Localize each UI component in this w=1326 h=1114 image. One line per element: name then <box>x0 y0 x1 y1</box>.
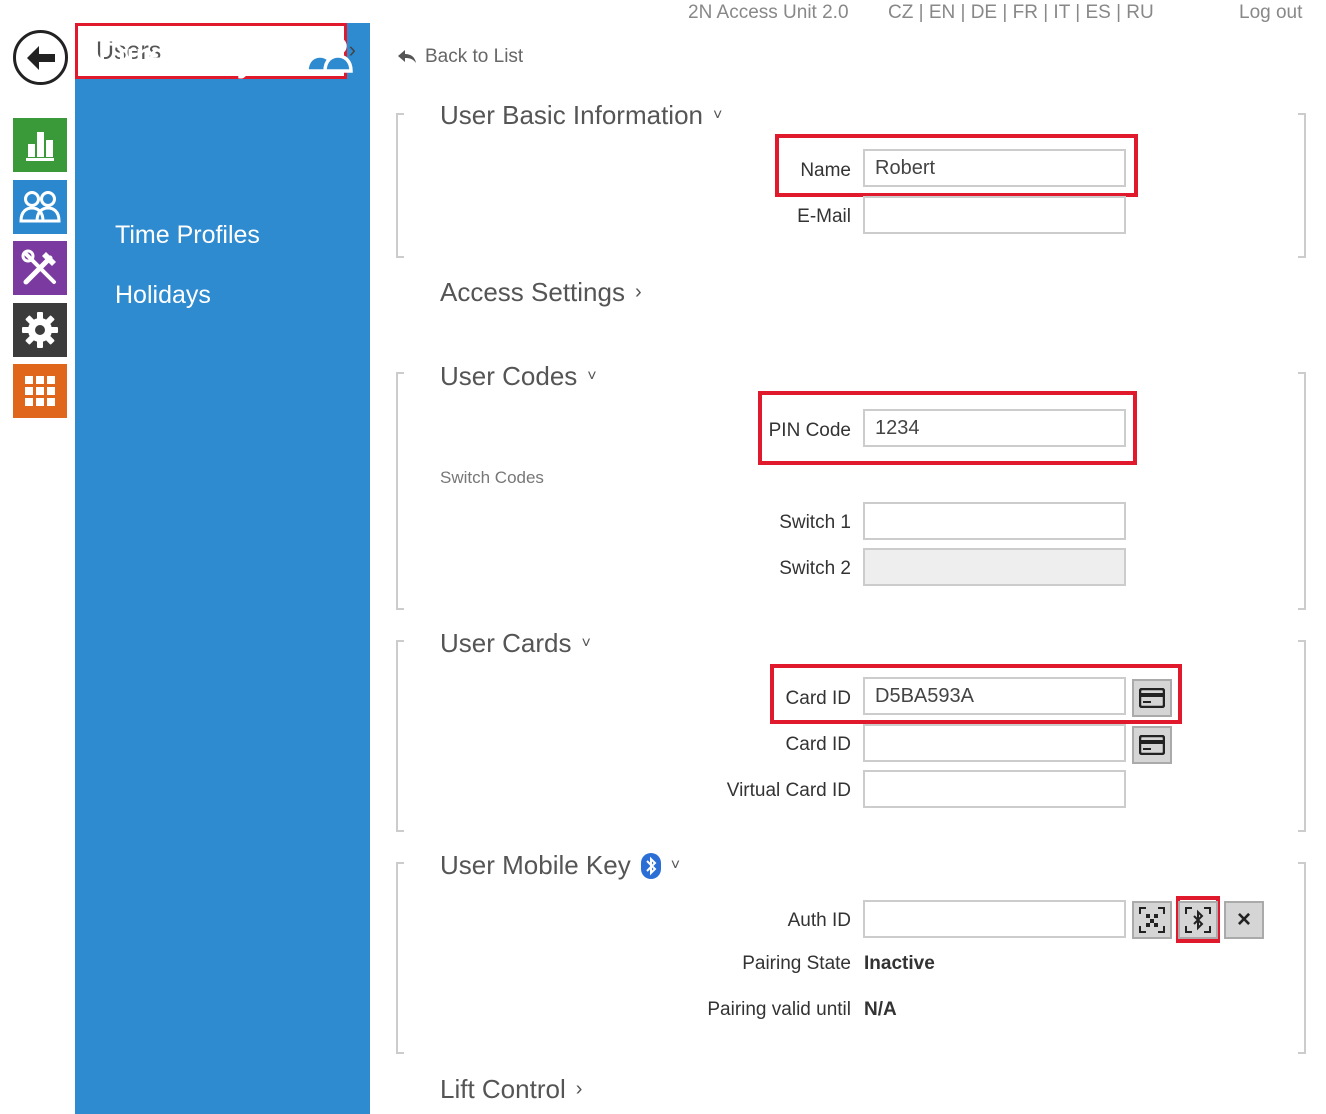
chevron-down-icon: ˅ <box>712 106 723 124</box>
virtual-card-id-label: Virtual Card ID <box>726 780 851 801</box>
email-input[interactable] <box>863 196 1126 234</box>
section-lift-control-header[interactable]: Lift Control › <box>440 1074 582 1105</box>
back-to-list-link[interactable]: Back to List <box>397 46 523 68</box>
switch2-label: Switch 2 <box>779 558 851 579</box>
section-user-codes-header[interactable]: User Codes ˅ <box>440 361 597 392</box>
language-selector[interactable]: CZ | EN | DE | FR | IT | ES | RU <box>888 2 1154 24</box>
switch2-input <box>863 548 1126 586</box>
section-bracket <box>396 372 404 610</box>
card-icon <box>1139 688 1165 708</box>
sidebar-item-time-profiles[interactable]: Time Profiles <box>115 221 260 250</box>
pairing-valid-label: Pairing valid until <box>707 999 851 1020</box>
arrow-left-icon <box>26 45 55 70</box>
section-title: User Codes <box>440 361 578 391</box>
back-to-list-label: Back to List <box>425 46 524 67</box>
email-label: E-Mail <box>797 206 851 227</box>
section-mobile-key-header[interactable]: User Mobile Key ˅ <box>440 850 680 881</box>
section-bracket <box>1298 372 1306 610</box>
bluetooth-icon <box>640 852 661 879</box>
sidebar-item-holidays[interactable]: Holidays <box>115 281 211 310</box>
section-bracket <box>1298 862 1306 1054</box>
section-title: User Mobile Key <box>440 850 631 880</box>
chevron-right-icon: › <box>575 1078 583 1100</box>
pairing-valid-value: N/A <box>864 999 897 1020</box>
close-icon: × <box>1236 906 1251 933</box>
icon-rail <box>0 0 75 1114</box>
auth-id-input[interactable] <box>863 900 1126 938</box>
pair-bluetooth-button[interactable] <box>1178 901 1218 939</box>
section-title: Lift Control <box>440 1074 566 1104</box>
section-user-cards-header[interactable]: User Cards ˅ <box>440 628 591 659</box>
back-arrow-button[interactable] <box>13 30 68 85</box>
read-card-button[interactable] <box>1132 679 1172 717</box>
pin-code-input[interactable]: 1234 <box>863 409 1126 447</box>
hardware-menu-button[interactable] <box>13 241 67 295</box>
section-title: User Cards <box>440 628 572 658</box>
section-title: Access Settings <box>440 277 625 307</box>
section-access-settings-header[interactable]: Access Settings › <box>440 277 642 308</box>
bar-chart-icon <box>26 132 54 161</box>
read-card-2-button[interactable] <box>1132 726 1172 764</box>
section-bracket <box>396 113 404 258</box>
section-bracket <box>1298 640 1306 832</box>
bluetooth-pair-icon <box>1185 907 1211 933</box>
auth-id-label: Auth ID <box>787 910 851 931</box>
switch1-input[interactable] <box>863 502 1126 540</box>
card-id-2-label: Card ID <box>785 734 851 755</box>
card-icon <box>1139 735 1165 755</box>
clear-auth-button[interactable]: × <box>1224 901 1264 939</box>
chevron-right-icon: › <box>348 37 356 62</box>
panel-title: Directory <box>97 35 258 79</box>
pairing-state-value: Inactive <box>864 953 935 974</box>
grid-icon <box>25 376 55 406</box>
system-menu-button[interactable] <box>13 303 67 357</box>
chevron-down-icon: ˅ <box>587 367 597 385</box>
directory-panel: Directory Users › Time Profiles Holidays <box>75 23 370 1114</box>
services-menu-button[interactable] <box>13 364 67 418</box>
chevron-right-icon: › <box>634 281 642 303</box>
tools-icon <box>21 249 56 285</box>
pairing-state-label: Pairing State <box>742 953 851 974</box>
section-basic-info-header[interactable]: User Basic Information ˅ <box>440 100 722 131</box>
section-title: User Basic Information <box>440 100 703 130</box>
section-bracket <box>1298 113 1306 258</box>
switch-codes-label: Switch Codes <box>440 468 544 487</box>
gear-icon <box>22 312 58 348</box>
product-name: 2N Access Unit 2.0 <box>688 2 849 23</box>
card-id-label: Card ID <box>785 688 851 709</box>
virtual-card-id-input[interactable] <box>863 770 1126 808</box>
users-icon <box>19 191 61 223</box>
chevron-down-icon: ˅ <box>670 856 681 874</box>
users-icon <box>305 37 353 73</box>
status-menu-button[interactable] <box>13 118 67 172</box>
name-input[interactable]: Robert <box>863 149 1126 187</box>
reply-arrow-icon <box>398 50 416 63</box>
logout-link[interactable]: Log out <box>1239 2 1302 24</box>
card-id-2-input[interactable] <box>863 724 1126 762</box>
section-bracket <box>396 862 404 1054</box>
section-bracket <box>396 640 404 832</box>
qr-pair-icon <box>1139 907 1165 933</box>
pair-qr-button[interactable] <box>1132 901 1172 939</box>
name-label: Name <box>800 160 851 181</box>
chevron-down-icon: ˅ <box>581 634 591 652</box>
directory-menu-button[interactable] <box>13 180 67 234</box>
switch1-label: Switch 1 <box>779 512 851 533</box>
card-id-input[interactable]: D5BA593A <box>863 677 1126 715</box>
pin-code-label: PIN Code <box>768 420 851 441</box>
